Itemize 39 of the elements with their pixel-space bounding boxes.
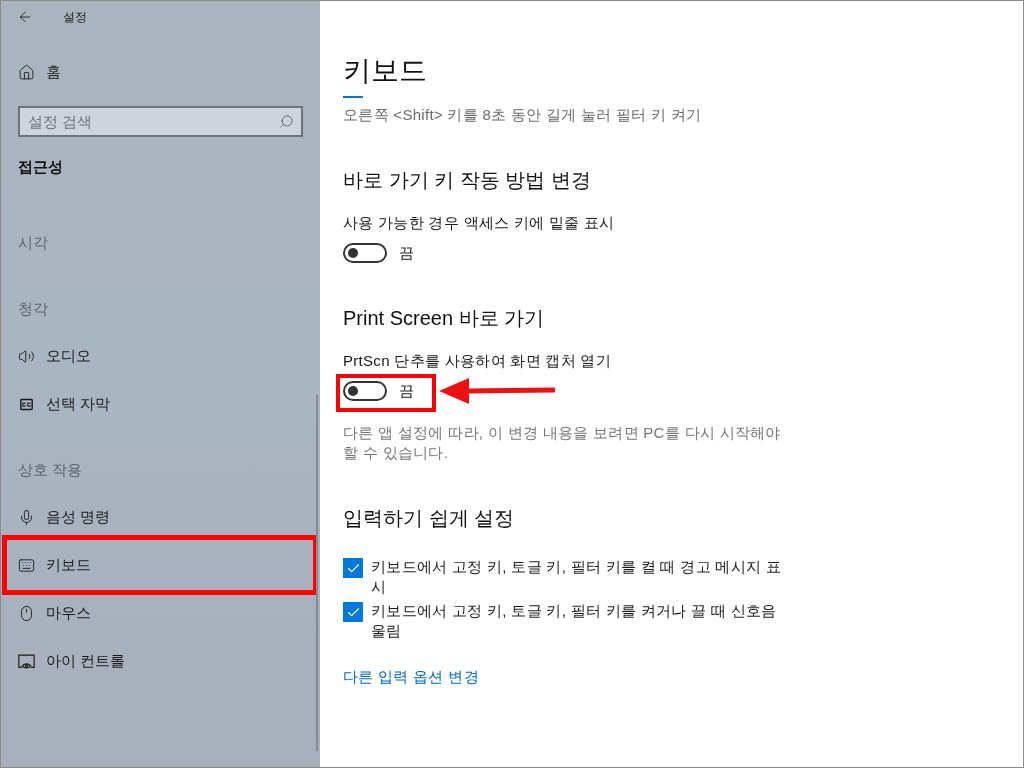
category-title: 접근성 xyxy=(18,157,64,177)
scrollbar[interactable] xyxy=(316,395,318,751)
search-field[interactable]: 설정 검색 xyxy=(18,106,303,137)
sidebar-nav-item[interactable]: 음성 명령 xyxy=(18,505,111,529)
setting-label: 사용 가능한 경우 액세스 키에 밑줄 표시 xyxy=(343,213,616,233)
group-header: 상호 작용 xyxy=(18,460,84,480)
sidebar-nav-item[interactable]: 아이 컨트롤 xyxy=(18,649,126,673)
checkbox-label: 키보드에서 고정 키, 토글 키, 필터 키를 켤 때 경고 메시지 표시 xyxy=(371,557,782,597)
section-heading: 바로 가기 키 작동 방법 변경 xyxy=(343,168,592,193)
monitor-eye-icon xyxy=(18,652,35,670)
intro-text: 오른쪽 <Shift> 키를 8초 동안 길게 눌러 필터 키 켜기 xyxy=(343,105,703,125)
checkbox[interactable] xyxy=(343,558,363,578)
home-icon xyxy=(18,63,35,81)
speaker-icon xyxy=(18,347,35,365)
checkbox-label: 키보드에서 고정 키, 토글 키, 필터 키를 켜거나 끌 때 신호음 울림 xyxy=(371,601,778,641)
group-header: 시각 xyxy=(18,233,49,253)
page-title: 키보드 xyxy=(343,54,428,88)
section-heading: 입력하기 쉽게 설정 xyxy=(343,506,516,531)
group-header: 청각 xyxy=(18,299,49,319)
sidebar-nav-item[interactable]: 마우스 xyxy=(18,601,91,625)
setting-label: PrtScn 단추를 사용하여 화면 캡처 열기 xyxy=(343,351,613,371)
search-icon xyxy=(279,114,294,129)
note-text: 다른 앱 설정에 따라, 이 변경 내용을 보려면 PC를 다시 시작해야 할 수 있습니다. xyxy=(343,423,782,463)
back-arrow-icon xyxy=(17,9,33,25)
toggle-switch[interactable] xyxy=(343,243,387,263)
checkbox[interactable] xyxy=(343,602,363,622)
mouse-icon xyxy=(18,604,35,622)
microphone-icon xyxy=(18,508,35,526)
toggle-switch[interactable] xyxy=(343,381,387,401)
toggle-state-text: 끔 xyxy=(399,381,415,401)
section-heading: Print Screen 바로 가기 xyxy=(343,306,546,331)
sidebar-nav-item[interactable]: 선택 자막 xyxy=(18,392,111,416)
home-nav-item[interactable]: 홈 xyxy=(18,60,61,84)
keyboard-icon xyxy=(18,556,35,574)
sidebar-nav-item[interactable]: 오디오 xyxy=(18,344,91,368)
toggle-state-text: 끔 xyxy=(399,243,415,263)
settings-link[interactable]: 다른 입력 옵션 변경 xyxy=(343,668,479,685)
sidebar-nav-item[interactable]: 키보드 xyxy=(18,553,91,577)
window-title: 설정 xyxy=(63,9,87,26)
